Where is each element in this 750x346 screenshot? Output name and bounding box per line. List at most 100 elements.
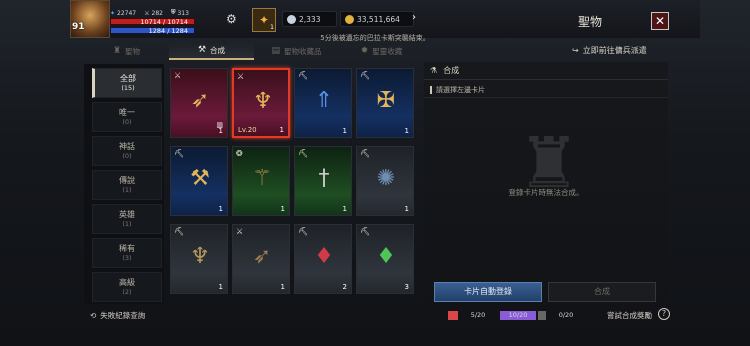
hammer-icon: ⚒ xyxy=(190,165,210,191)
crossed-swords-icon: ⚔ xyxy=(174,71,182,80)
category-count: (0) xyxy=(122,118,132,126)
card-qty: 1 xyxy=(342,205,347,213)
category-hero[interactable]: 英雄 (1) xyxy=(92,204,162,234)
green-fang-icon: ♦ xyxy=(376,243,396,269)
shield-icon: ⛨ xyxy=(170,9,176,16)
gold-icon xyxy=(345,15,354,24)
sword-icon: ⚔ xyxy=(144,9,150,17)
card-qty: 1 xyxy=(280,283,285,291)
flask-icon: ⚗ xyxy=(430,66,438,75)
game-screen: 91 ✦ 22747 ⚔ 282 ⛨ 313 10714 / 10714 1284 /… xyxy=(0,0,750,346)
relic-card[interactable]: ⚔ ♆ Lv.20 1 xyxy=(232,68,290,138)
gear-icon[interactable]: ⚙ xyxy=(226,12,237,26)
pickaxe-icon: ⛏ xyxy=(174,149,185,158)
currency-gold[interactable]: 33,511,664 xyxy=(340,11,414,27)
tab-compose[interactable]: ⚒ 合成 xyxy=(169,42,254,60)
stat-attack: ⚔ 282 xyxy=(144,10,163,17)
progress-gray-label: 0/20 xyxy=(558,311,574,319)
bow-icon: ➶ xyxy=(252,243,272,269)
relic-card[interactable]: ⛏ ♦ 2 xyxy=(294,224,352,294)
red-fang-icon: ♦ xyxy=(314,243,334,269)
pickaxe-icon: ⛏ xyxy=(360,149,371,158)
currency-gold-value: 33,511,664 xyxy=(357,14,400,24)
player-level: 91 xyxy=(72,22,85,32)
close-button[interactable]: ✕ xyxy=(651,12,669,30)
spirit-icon: ✹ xyxy=(360,46,369,56)
stat-defense-value: 313 xyxy=(177,9,189,17)
relic-card[interactable]: ⛏ ♦ 3 xyxy=(356,224,414,294)
collection-icon: ▤ xyxy=(271,46,280,56)
category-all[interactable]: 全部 (15) xyxy=(92,68,162,98)
pickaxe-icon: ⛏ xyxy=(298,149,309,158)
charge-item-icon[interactable]: ✦ 1 xyxy=(252,8,276,32)
relic-card[interactable]: ⛏ ⇑ 1 xyxy=(294,68,352,138)
compose-instruction: 請選擇左邊卡片 xyxy=(424,82,668,98)
category-advanced[interactable]: 高級 (2) xyxy=(92,272,162,302)
category-name: 唯一 xyxy=(119,108,135,117)
pickaxe-icon: ⛏ xyxy=(360,71,371,80)
stat-combat-value: 22747 xyxy=(117,9,137,17)
relic-card[interactable]: ⛏ † 1 xyxy=(294,146,352,216)
category-name: 神話 xyxy=(119,142,135,151)
combat-icon: ✦ xyxy=(110,9,116,17)
progress-red-fill xyxy=(448,311,458,320)
progress-gray-fill xyxy=(538,311,546,320)
currency-diamond[interactable]: 2,333 xyxy=(282,11,337,27)
pickaxe-icon: ⛏ xyxy=(298,71,309,80)
mace-icon: ✺ xyxy=(376,165,396,191)
category-name: 全部 xyxy=(120,74,136,83)
mp-text: 1284 / 1284 xyxy=(148,27,188,35)
relic-card[interactable]: ❂ ⚚ 1 xyxy=(232,146,290,216)
stat-defense: ⛨ 313 xyxy=(171,9,189,17)
currency-diamond-value: 2,333 xyxy=(299,14,321,24)
category-count: (1) xyxy=(122,220,132,228)
category-name: 英雄 xyxy=(119,210,135,219)
crossed-swords-icon: ⚔ xyxy=(236,227,244,236)
pickaxe-icon: ⛏ xyxy=(174,227,185,236)
category-count: (1) xyxy=(122,186,132,194)
relic-card[interactable]: ⚔ ➶ 1 xyxy=(232,224,290,294)
spiral-icon: ❂ xyxy=(236,149,243,158)
try-reward-label[interactable]: 嘗試合成獎勵 xyxy=(607,310,652,321)
card-qty: 1 xyxy=(279,126,284,134)
category-legend[interactable]: 傳說 (1) xyxy=(92,170,162,200)
category-sidebar: 全部 (15) 唯一 (0) 神話 (0) 傳說 (1) 英雄 (1) 稀有 (3) 高級(… xyxy=(84,64,164,304)
tab-compose-label: 合成 xyxy=(210,45,226,55)
horned-helmet-icon: ♆ xyxy=(253,88,273,114)
category-mythic[interactable]: 神話 (0) xyxy=(92,136,162,166)
tab-relic-collection[interactable]: ▤ 聖物收藏品 xyxy=(254,42,339,60)
category-count: (15) xyxy=(121,84,135,92)
card-qty: 1 xyxy=(404,127,409,135)
compose-button[interactable]: 合成 xyxy=(548,282,656,302)
auto-register-button[interactable]: 卡片自動登錄 xyxy=(434,282,542,302)
category-count: (3) xyxy=(122,254,132,262)
compose-panel-header: ⚗ 合成 xyxy=(424,62,668,80)
card-qty: 1 xyxy=(218,127,223,135)
relic-card[interactable]: ⛏ ✺ 1 xyxy=(356,146,414,216)
chevron-right-icon[interactable]: › xyxy=(412,12,416,23)
staff-icon: ⚚ xyxy=(252,165,272,191)
compose-panel: ⚗ 合成 請選擇左邊卡片 ♜ 登錄卡片時無法合成。 卡片自動登錄 合成 xyxy=(424,62,668,306)
fail-log-label: 失敗紀錄查詢 xyxy=(100,311,146,320)
tab-relic[interactable]: ♜ 聖物 xyxy=(84,42,169,60)
help-icon[interactable]: ? xyxy=(658,308,670,320)
tab-spirit-collection-label: 聖靈收藏 xyxy=(372,46,403,56)
relic-card[interactable]: ⛏ ✠ 1 xyxy=(356,68,414,138)
tab-spirit-collection[interactable]: ✹ 聖靈收藏 xyxy=(339,42,424,60)
page-title: 聖物 xyxy=(577,15,602,29)
goto-mercenary-label: 立即前往傭兵派遣 xyxy=(582,46,647,55)
goto-mercenary-link[interactable]: ↪ 立即前往傭兵派遣 xyxy=(572,45,647,56)
relic-card[interactable]: ⛏ ♆ 1 xyxy=(170,224,228,294)
tab-relic-label: 聖物 xyxy=(125,46,141,56)
relic-card[interactable]: ⛏ ⚒ 1 xyxy=(170,146,228,216)
category-count: (2) xyxy=(122,288,132,296)
card-qty: 1 xyxy=(218,205,223,213)
category-rare[interactable]: 稀有 (3) xyxy=(92,238,162,268)
character-portrait[interactable] xyxy=(70,0,110,38)
relic-card[interactable]: ⚔ ➶ ▥ 1 xyxy=(170,68,228,138)
fail-log-link[interactable]: ⟲ 失敗紀錄查詢 xyxy=(90,310,145,321)
category-unique[interactable]: 唯一 (0) xyxy=(92,102,162,132)
history-icon: ⟲ xyxy=(90,311,97,320)
pickaxe-icon: ⛏ xyxy=(298,227,309,236)
category-count: (0) xyxy=(122,152,132,160)
